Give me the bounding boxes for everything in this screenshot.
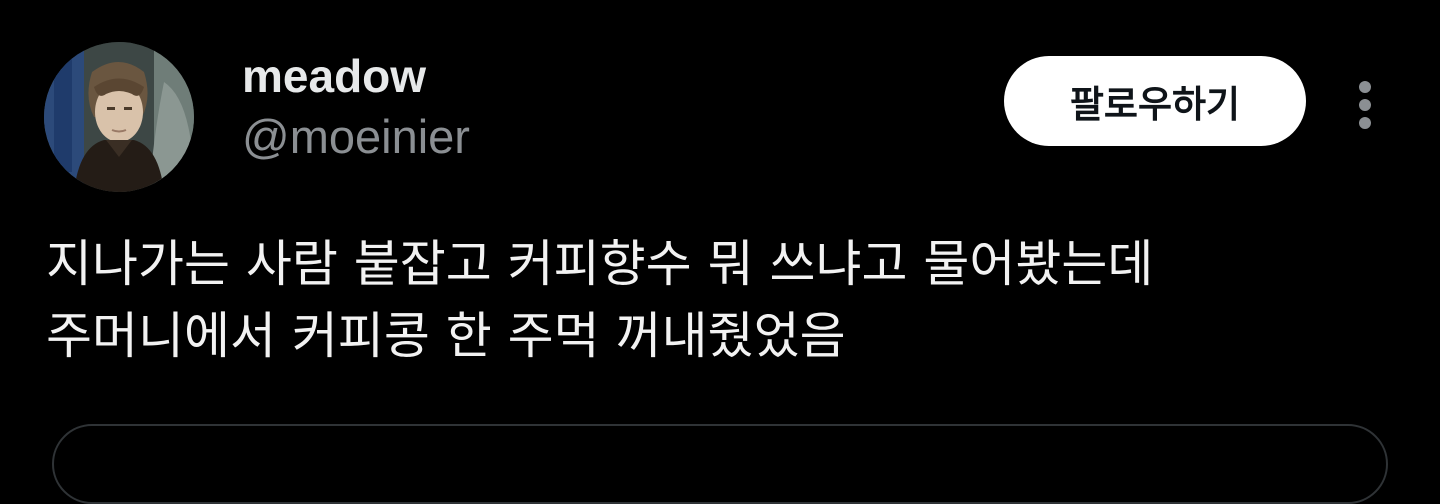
- display-name[interactable]: meadow: [242, 48, 470, 104]
- embedded-card[interactable]: [52, 424, 1388, 504]
- tweet-text-line: 주머니에서 커피콩 한 주먹 꺼내줬었음: [46, 307, 846, 365]
- tweet-header: meadow @moeinier 팔로우하기: [0, 0, 1440, 200]
- more-vertical-icon: [1359, 81, 1371, 129]
- profile-photo: [44, 42, 194, 192]
- follow-button[interactable]: 팔로우하기: [1004, 56, 1306, 146]
- avatar[interactable]: [44, 42, 194, 192]
- tweet-text: 지나가는 사람 붙잡고 커피향수 뭐 쓰냐고 물어봤는데 주머니에서 커피콩 한…: [46, 228, 1406, 372]
- tweet-text-line: 지나가는 사람 붙잡고 커피향수 뭐 쓰냐고 물어봤는데: [46, 235, 1154, 293]
- more-options-button[interactable]: [1340, 70, 1390, 140]
- user-names: meadow @moeinier: [242, 48, 470, 166]
- user-handle[interactable]: @moeinier: [242, 108, 470, 166]
